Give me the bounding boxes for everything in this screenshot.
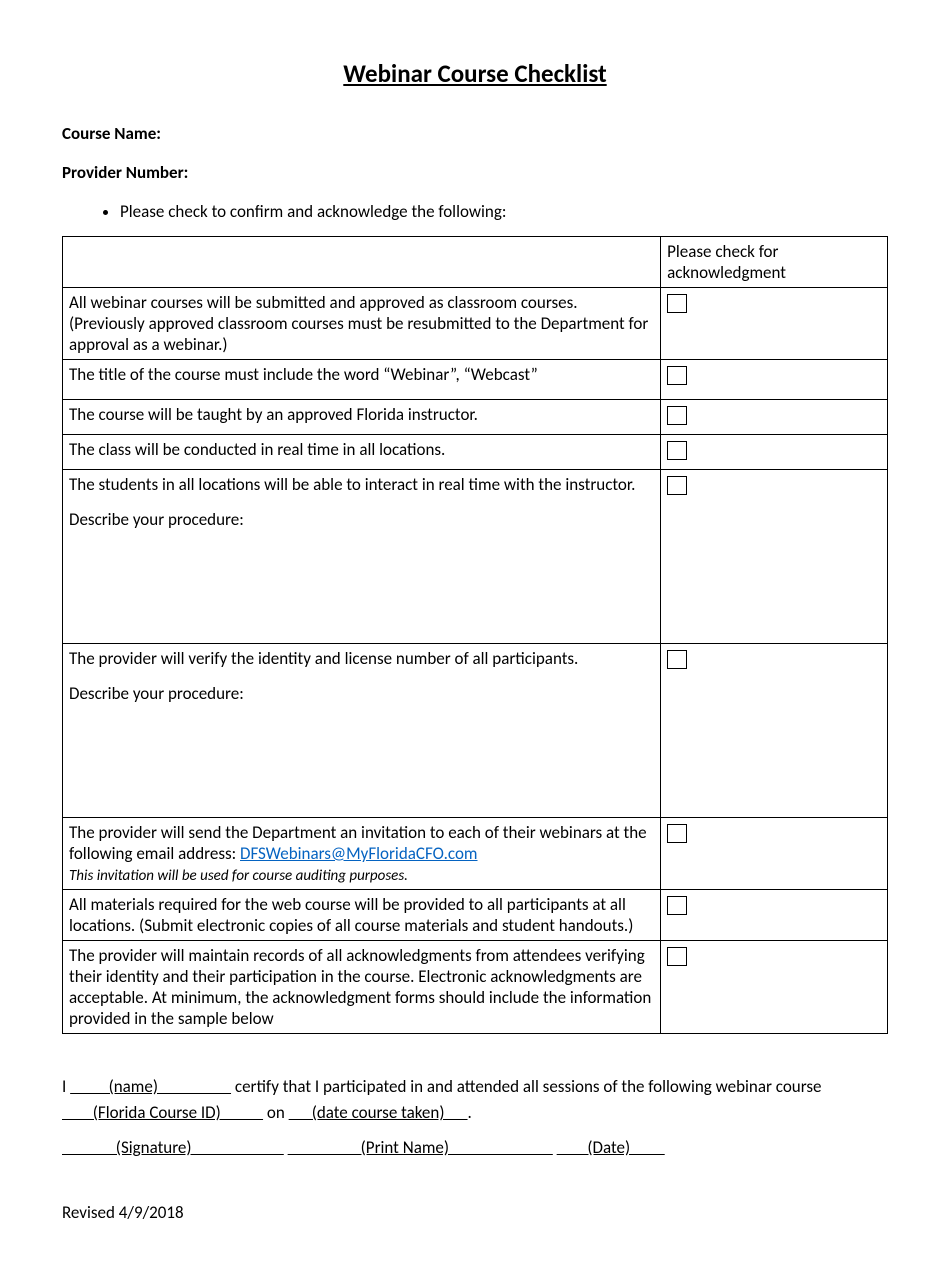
row4-desc: The class will be conducted in real time… bbox=[63, 435, 661, 470]
table-row: The students in all locations will be ab… bbox=[63, 470, 888, 644]
ack-checkbox[interactable] bbox=[667, 824, 687, 843]
table-row: The provider will maintain records of al… bbox=[63, 941, 888, 1034]
row6-desc: The provider will verify the identity an… bbox=[63, 644, 661, 818]
ack-checkbox[interactable] bbox=[667, 476, 687, 495]
ack-checkbox[interactable] bbox=[667, 366, 687, 385]
ack-checkbox[interactable] bbox=[667, 947, 687, 966]
signature-line: (Signature) (Print Name) (Date) bbox=[62, 1137, 888, 1158]
date-taken-field[interactable]: (date course taken) bbox=[289, 1102, 468, 1123]
table-row: The class will be conducted in real time… bbox=[63, 435, 888, 470]
table-row: The course will be taught by an approved… bbox=[63, 400, 888, 435]
row6-text: The provider will verify the identity an… bbox=[69, 648, 578, 669]
ack-checkbox[interactable] bbox=[667, 294, 687, 313]
name-field[interactable]: (name) bbox=[70, 1076, 231, 1097]
row5-describe-label: Describe your procedure: bbox=[69, 509, 244, 530]
row9-desc: The provider will maintain records of al… bbox=[63, 941, 661, 1034]
table-row: The provider will verify the identity an… bbox=[63, 644, 888, 818]
row7-desc: The provider will send the Department an… bbox=[63, 818, 661, 890]
cert-pre: I bbox=[62, 1076, 70, 1097]
cert-mid2: on bbox=[263, 1102, 289, 1123]
row1-desc: All webinar courses will be submitted an… bbox=[63, 288, 661, 360]
row2-ack-cell bbox=[661, 360, 888, 400]
ack-checkbox[interactable] bbox=[667, 441, 687, 460]
row5-ack-cell bbox=[661, 470, 888, 644]
table-row: The provider will send the Department an… bbox=[63, 818, 888, 890]
row5-text: The students in all locations will be ab… bbox=[69, 474, 635, 495]
course-id-field[interactable]: (Florida Course ID) bbox=[62, 1102, 263, 1123]
checklist-table: Please check for acknowledgment All webi… bbox=[62, 236, 888, 1034]
row5-desc: The students in all locations will be ab… bbox=[63, 470, 661, 644]
row7-ack-cell bbox=[661, 818, 888, 890]
row8-ack-cell bbox=[661, 890, 888, 941]
provider-number-label: Provider Number: bbox=[62, 162, 888, 183]
header-desc-empty bbox=[63, 237, 661, 288]
row7-text-b: This invitation will be used for course … bbox=[69, 867, 408, 885]
webinar-email-link[interactable]: DFSWebinars@MyFloridaCFO.com bbox=[240, 843, 478, 864]
cert-mid1: certify that I participated in and atten… bbox=[231, 1076, 821, 1097]
page: Webinar Course Checklist Course Name: Pr… bbox=[0, 0, 950, 1273]
revised-date: Revised 4/9/2018 bbox=[62, 1202, 888, 1223]
course-name-label: Course Name: bbox=[62, 123, 888, 144]
row3-desc: The course will be taught by an approved… bbox=[63, 400, 661, 435]
row6-ack-cell bbox=[661, 644, 888, 818]
ack-checkbox[interactable] bbox=[667, 406, 687, 425]
table-row: All webinar courses will be submitted an… bbox=[63, 288, 888, 360]
intro-bullet: Please check to confirm and acknowledge … bbox=[120, 201, 888, 222]
page-title: Webinar Course Checklist bbox=[62, 58, 888, 89]
table-row: All materials required for the web cours… bbox=[63, 890, 888, 941]
print-name-field[interactable]: (Print Name) bbox=[288, 1137, 553, 1158]
row2-desc: The title of the course must include the… bbox=[63, 360, 661, 400]
row8-desc: All materials required for the web cours… bbox=[63, 890, 661, 941]
signature-field[interactable]: (Signature) bbox=[62, 1137, 284, 1158]
table-row: The title of the course must include the… bbox=[63, 360, 888, 400]
row6-describe-label: Describe your procedure: bbox=[69, 683, 244, 704]
certification-paragraph: I (name) certify that I participated in … bbox=[62, 1074, 888, 1127]
header-ack: Please check for acknowledgment bbox=[661, 237, 888, 288]
row1-ack-cell bbox=[661, 288, 888, 360]
ack-checkbox[interactable] bbox=[667, 650, 687, 669]
row3-ack-cell bbox=[661, 400, 888, 435]
ack-checkbox[interactable] bbox=[667, 896, 687, 915]
intro-list: Please check to confirm and acknowledge … bbox=[102, 201, 888, 222]
date-field[interactable]: (Date) bbox=[557, 1137, 665, 1158]
cert-end: . bbox=[468, 1102, 472, 1123]
table-header-row: Please check for acknowledgment bbox=[63, 237, 888, 288]
row9-ack-cell bbox=[661, 941, 888, 1034]
row4-ack-cell bbox=[661, 435, 888, 470]
